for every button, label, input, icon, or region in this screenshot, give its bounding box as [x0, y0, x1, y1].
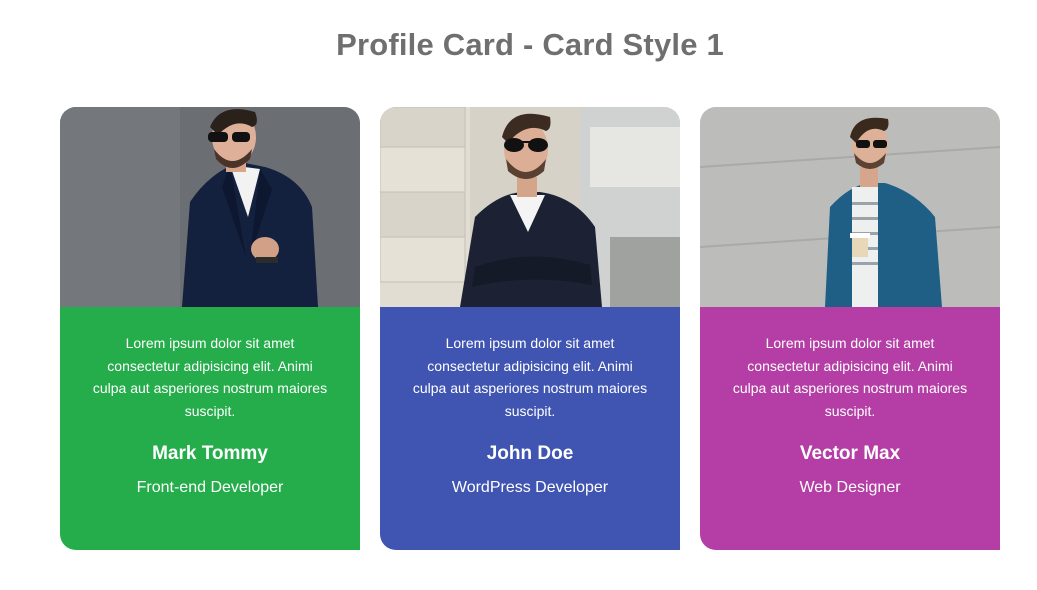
profile-photo	[700, 107, 1000, 307]
card-name: Mark Tommy	[152, 443, 268, 464]
card-name: John Doe	[486, 443, 574, 464]
profile-photo	[60, 107, 360, 307]
profile-card-john-doe: Lorem ipsum dolor sit amet consectetur a…	[380, 107, 680, 550]
card-body: Lorem ipsum dolor sit amet consectetur a…	[380, 307, 680, 550]
card-role: WordPress Developer	[451, 479, 609, 496]
profile-card-vector-max: Lorem ipsum dolor sit amet consectetur a…	[700, 107, 1000, 550]
profile-card-mark-tommy: Lorem ipsum dolor sit amet consectetur a…	[60, 107, 360, 550]
profile-photo	[380, 107, 680, 307]
card-name: Vector Max	[799, 443, 901, 464]
card-body: Lorem ipsum dolor sit amet consectetur a…	[700, 307, 1000, 550]
card-description: Lorem ipsum dolor sit amet consectetur a…	[412, 335, 648, 419]
card-body: Lorem ipsum dolor sit amet consectetur a…	[60, 307, 360, 550]
card-role: Front-end Developer	[136, 479, 284, 496]
card-description: Lorem ipsum dolor sit amet consectetur a…	[732, 335, 968, 419]
page-title: Profile Card - Card Style 1	[336, 27, 724, 62]
card-description: Lorem ipsum dolor sit amet consectetur a…	[92, 335, 328, 419]
card-role: Web Designer	[799, 479, 901, 496]
